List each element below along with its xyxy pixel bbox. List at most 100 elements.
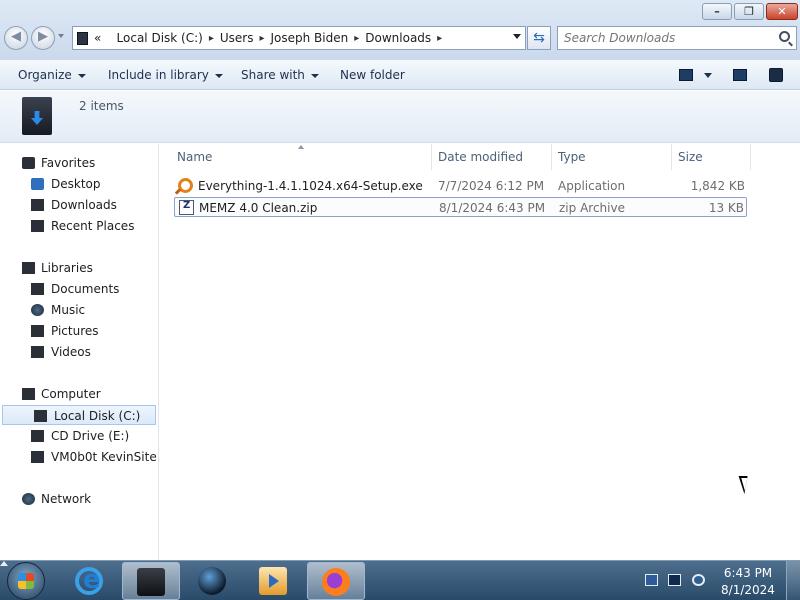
sidebar-item-computer[interactable]: Computer xyxy=(0,384,158,404)
sidebar-item-favorites[interactable]: Favorites xyxy=(0,153,158,173)
refresh-button[interactable]: ⇆ xyxy=(527,26,551,50)
sidebar-item-vm-site[interactable]: VM0b0t KevinSite xyxy=(0,447,158,467)
change-view-icon[interactable] xyxy=(679,69,693,81)
sidebar-item-label: VM0b0t KevinSite xyxy=(51,450,157,464)
sidebar-item-pictures[interactable]: Pictures xyxy=(0,321,158,341)
item-count: 2 items xyxy=(79,99,124,113)
firefox-icon xyxy=(322,568,350,596)
recent-places-icon xyxy=(31,220,44,232)
organize-menu[interactable]: Organize xyxy=(18,68,86,82)
taskbar-internet-explorer[interactable] xyxy=(61,562,119,600)
file-date-modified: 7/7/2024 6:12 PM xyxy=(438,179,545,193)
sidebar-item-label: Network xyxy=(41,492,92,506)
breadcrumb-downloads[interactable]: Downloads xyxy=(365,31,431,45)
sidebar-item-label: Music xyxy=(51,303,86,317)
downloads-folder-icon xyxy=(22,97,52,135)
breadcrumb-joseph-biden[interactable]: Joseph Biden xyxy=(271,31,349,45)
taskbar-windows-explorer[interactable] xyxy=(122,562,180,600)
column-header-size[interactable]: Size xyxy=(678,150,703,164)
breadcrumb-separator[interactable]: ▸ xyxy=(437,33,442,44)
breadcrumb-local-disk[interactable]: Local Disk (C:) xyxy=(117,31,203,45)
sidebar-item-documents[interactable]: Documents xyxy=(0,279,158,299)
share-with-menu[interactable]: Share with xyxy=(241,68,319,82)
clock-time[interactable]: 6:43 PM xyxy=(718,566,778,580)
close-button[interactable]: ✕ xyxy=(766,3,798,20)
column-divider[interactable] xyxy=(431,144,432,170)
forward-button[interactable]: ▶ xyxy=(31,26,55,50)
window-titlebar: – ❐ ✕ ◀ ▶ « Local Disk (C:) ▸ Users ▸ Jo… xyxy=(0,0,800,60)
volume-icon[interactable] xyxy=(692,574,705,586)
back-button[interactable]: ◀ xyxy=(4,26,28,50)
recent-pages-dropdown[interactable] xyxy=(58,34,64,38)
sidebar-item-label: Documents xyxy=(51,282,120,296)
breadcrumb-separator[interactable]: ▸ xyxy=(259,33,264,44)
navigation-pane: Favorites Desktop Downloads Recent Place… xyxy=(0,144,159,560)
chevron-down-icon xyxy=(214,73,223,78)
clock-date[interactable]: 8/1/2024 xyxy=(718,583,778,597)
include-in-library-menu[interactable]: Include in library xyxy=(108,68,223,82)
media-player-icon xyxy=(259,567,287,595)
file-type: zip Archive xyxy=(559,201,625,215)
globe-icon xyxy=(198,567,226,595)
network-status-icon[interactable] xyxy=(668,574,681,586)
file-name: MEMZ 4.0 Clean.zip xyxy=(199,201,318,215)
sidebar-item-label: Pictures xyxy=(51,324,99,338)
sidebar-item-downloads[interactable]: Downloads xyxy=(0,195,158,215)
search-icon[interactable] xyxy=(779,31,790,42)
taskbar-globe-app[interactable] xyxy=(184,562,242,600)
sidebar-item-local-disk[interactable]: Local Disk (C:) xyxy=(2,405,156,425)
breadcrumb-separator[interactable]: ▸ xyxy=(354,33,359,44)
taskbar-firefox[interactable] xyxy=(307,562,365,600)
table-row[interactable]: Everything-1.4.1.1024.x64-Setup.exe 7/7/… xyxy=(174,176,747,196)
sidebar-item-network[interactable]: Network xyxy=(0,489,158,509)
breadcrumb-separator[interactable]: ▸ xyxy=(209,33,214,44)
file-list: Name Date modified Type Size Everything-… xyxy=(160,144,800,560)
search-box[interactable] xyxy=(557,26,797,50)
sidebar-item-label: Recent Places xyxy=(51,219,135,233)
show-hidden-icons-icon[interactable] xyxy=(0,561,8,566)
table-row[interactable]: MEMZ 4.0 Clean.zip 8/1/2024 6:43 PM zip … xyxy=(174,197,747,217)
column-divider[interactable] xyxy=(750,144,751,170)
breadcrumb-users[interactable]: Users xyxy=(220,31,254,45)
downloads-icon xyxy=(31,199,44,211)
breadcrumb-separator xyxy=(107,33,110,44)
show-desktop-button[interactable] xyxy=(786,561,800,600)
file-size: 13 KB xyxy=(708,201,744,215)
column-divider[interactable] xyxy=(551,144,552,170)
internet-explorer-icon xyxy=(75,565,103,595)
share-with-label: Share with xyxy=(241,68,305,82)
taskbar: 6:43 PM 8/1/2024 xyxy=(0,560,800,600)
sidebar-item-desktop[interactable]: Desktop xyxy=(0,174,158,194)
new-folder-button[interactable]: New folder xyxy=(340,68,405,82)
sidebar-item-libraries[interactable]: Libraries xyxy=(0,258,158,278)
column-header-type[interactable]: Type xyxy=(558,150,586,164)
minimize-button[interactable]: – xyxy=(702,3,732,20)
taskbar-media-player[interactable] xyxy=(245,562,303,600)
sidebar-item-videos[interactable]: Videos xyxy=(0,342,158,362)
sort-ascending-icon xyxy=(298,145,304,149)
desktop-icon xyxy=(31,178,44,190)
maximize-button[interactable]: ❐ xyxy=(734,3,764,20)
breadcrumb-overflow[interactable]: « xyxy=(94,31,101,45)
search-input[interactable] xyxy=(564,27,764,49)
sidebar-item-cd-drive[interactable]: CD Drive (E:) xyxy=(0,426,158,446)
back-arrow-icon: ◀ xyxy=(11,29,21,44)
column-divider[interactable] xyxy=(671,144,672,170)
address-bar[interactable]: « Local Disk (C:) ▸ Users ▸ Joseph Biden… xyxy=(72,26,526,50)
start-button[interactable] xyxy=(7,562,45,600)
action-center-icon[interactable] xyxy=(645,574,658,586)
file-date-modified: 8/1/2024 6:43 PM xyxy=(439,201,546,215)
help-icon[interactable] xyxy=(769,68,783,82)
column-header-date-modified[interactable]: Date modified xyxy=(438,150,523,164)
refresh-icon: ⇆ xyxy=(533,30,545,46)
column-header-name[interactable]: Name xyxy=(177,150,212,164)
sidebar-item-music[interactable]: Music xyxy=(0,300,158,320)
music-icon xyxy=(31,304,44,316)
favorites-star-icon xyxy=(22,157,35,169)
hard-drive-icon xyxy=(34,410,47,422)
sidebar-item-recent-places[interactable]: Recent Places xyxy=(0,216,158,236)
address-history-dropdown[interactable] xyxy=(513,34,521,39)
preview-pane-icon[interactable] xyxy=(733,69,747,81)
chevron-down-icon xyxy=(77,73,86,78)
view-options-dropdown[interactable] xyxy=(704,73,712,78)
